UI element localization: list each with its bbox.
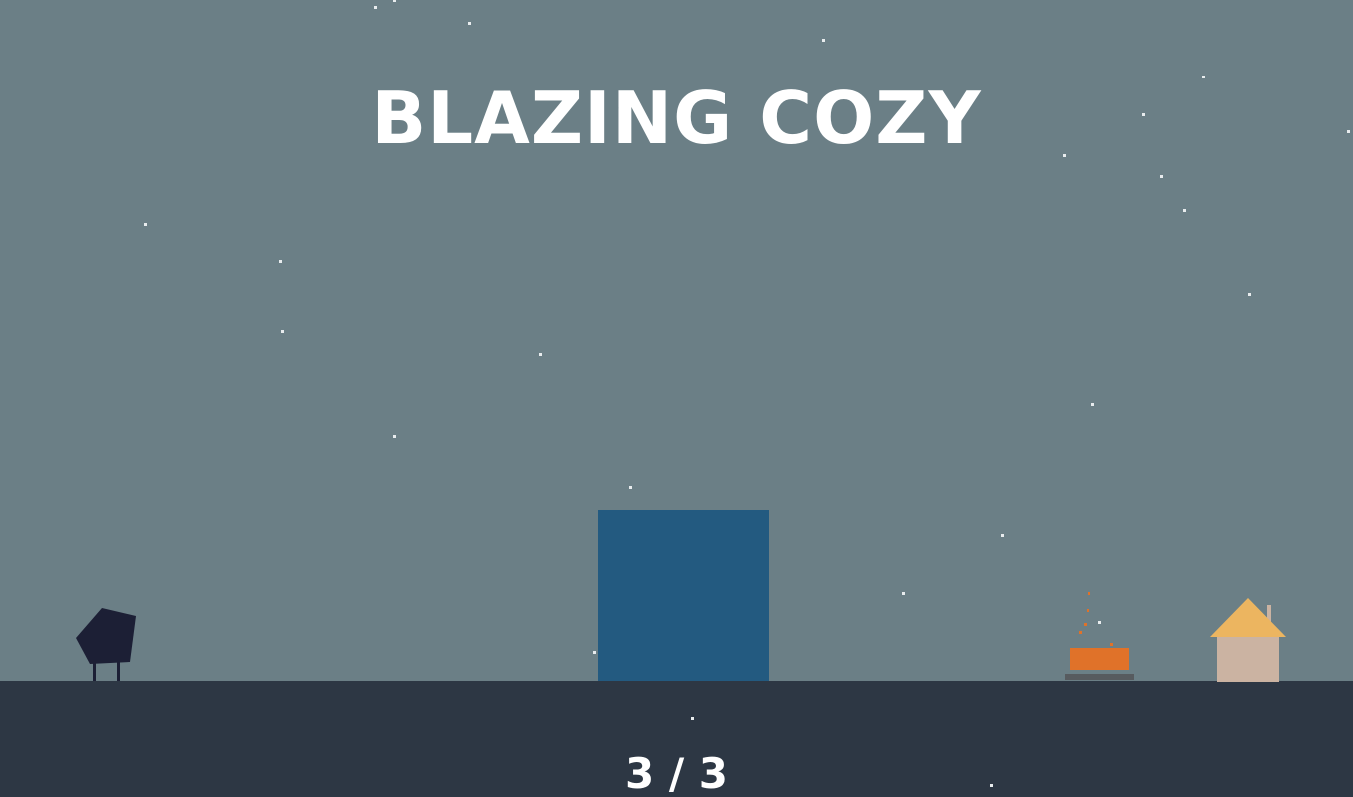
pentagon-character-icon [76,608,136,664]
house-wall [1217,634,1279,682]
fire-flame [1070,648,1129,670]
fire-spark [1088,592,1090,595]
fire-spark [1087,609,1089,612]
spark-white [1098,621,1101,624]
fire-spark [1079,631,1082,634]
player-leg-left [93,662,96,681]
house-roof [1210,598,1286,637]
player-character[interactable] [72,604,142,682]
fire-spark [1110,643,1113,646]
level-indicator: 3 / 3 [624,749,729,797]
house-icon[interactable] [1206,596,1290,682]
campfire-icon [1065,592,1134,680]
fire-spark [1084,623,1087,626]
game-title: BLAZING COZY [371,76,982,160]
pushable-block[interactable] [598,510,769,681]
fire-base [1065,674,1134,680]
player-leg-right [117,662,120,681]
